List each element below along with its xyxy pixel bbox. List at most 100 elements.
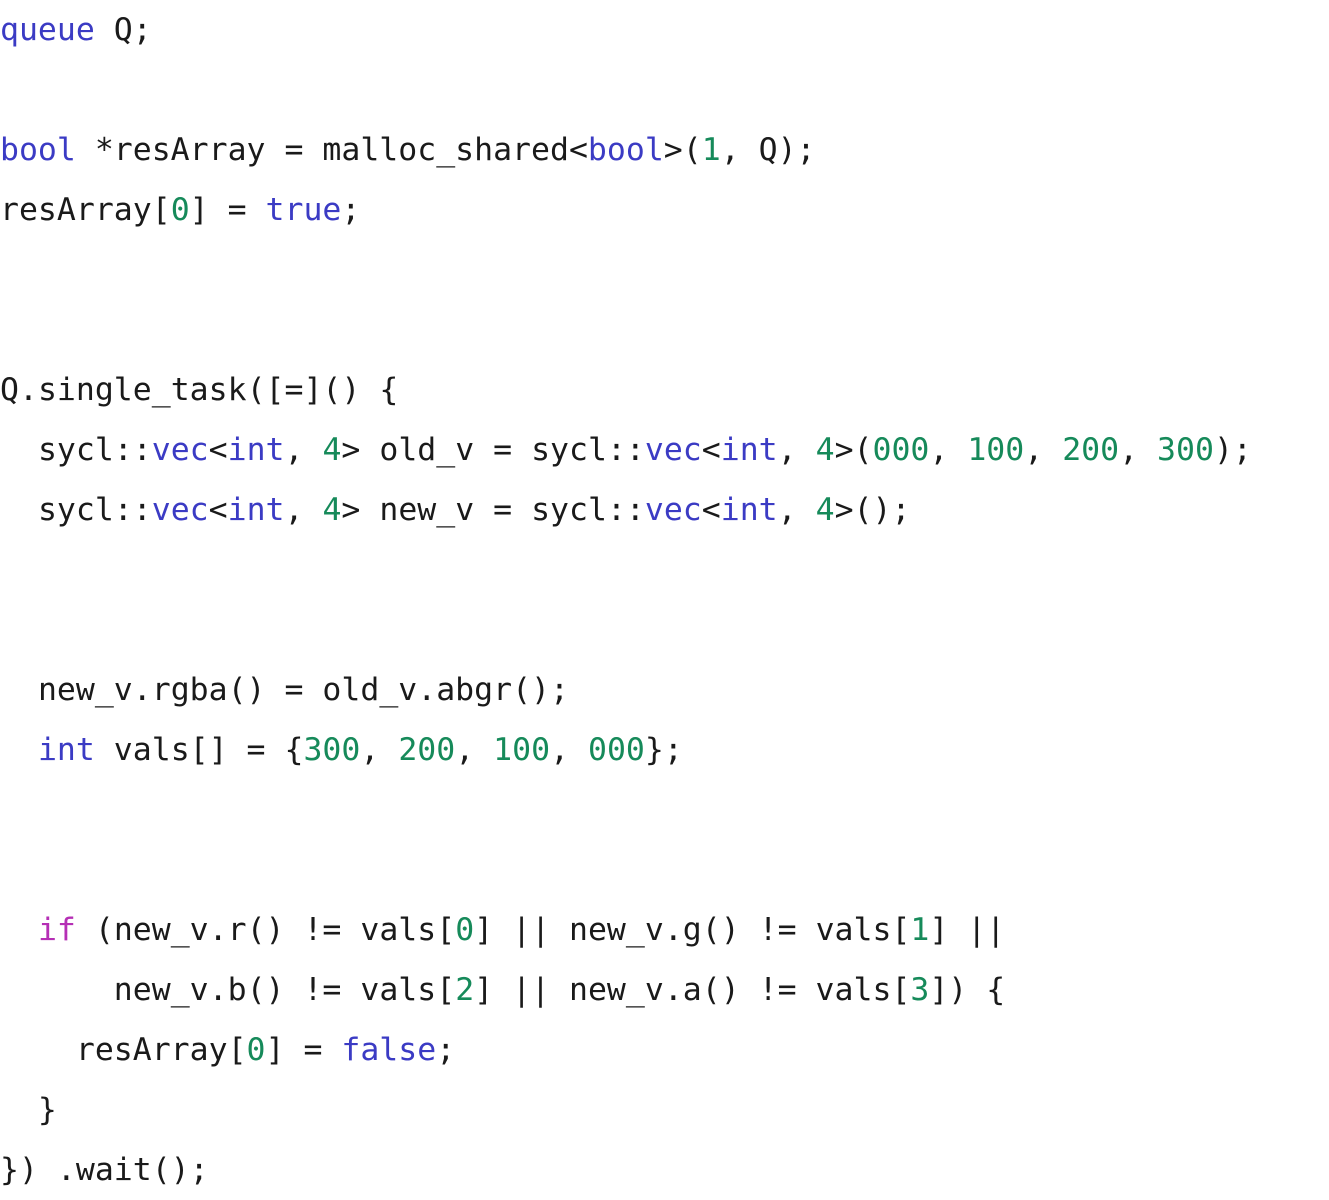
code-token-plain: ]) { bbox=[929, 972, 1006, 1008]
code-token-control: if bbox=[37, 912, 76, 948]
code-token-keyword: vec bbox=[644, 432, 702, 468]
code-token-plain: () != bbox=[246, 972, 361, 1008]
code-token-plain: < bbox=[208, 492, 228, 528]
code-line: sycl::vec<int, 4> new_v = sycl::vec<int,… bbox=[0, 480, 1329, 540]
code-token-plain: [ bbox=[151, 192, 171, 228]
code-token-function: a bbox=[682, 972, 702, 1008]
code-token-plain: . bbox=[417, 672, 437, 708]
code-line: bool *resArray = malloc_shared<bool>(1, … bbox=[0, 120, 1329, 180]
code-token-keyword: int bbox=[720, 432, 778, 468]
code-token-plain: () != bbox=[246, 912, 361, 948]
code-token-variable: new_v bbox=[568, 972, 664, 1008]
code-token-number: 100 bbox=[967, 432, 1025, 468]
code-token-function: abgr bbox=[436, 672, 513, 708]
code-line: new_v.rgba() = old_v.abgr(); bbox=[0, 660, 1329, 720]
code-token-plain: ); bbox=[1213, 432, 1252, 468]
code-token-plain: , bbox=[1024, 432, 1063, 468]
code-line: int vals[] = {300, 200, 100, 000}; bbox=[0, 720, 1329, 780]
code-token-keyword: queue bbox=[0, 12, 95, 48]
code-token-plain: ] || bbox=[929, 912, 1006, 948]
code-token-plain: *resArray = bbox=[75, 132, 323, 168]
code-line: Q.single_task([=]() { bbox=[0, 360, 1329, 420]
code-token-plain: >( bbox=[834, 432, 873, 468]
code-token-plain: . bbox=[132, 672, 152, 708]
code-token-variable: new_v bbox=[37, 672, 133, 708]
code-token-variable: new_v bbox=[569, 912, 664, 948]
code-token-number: 1 bbox=[910, 912, 930, 948]
code-token-keyword: false bbox=[341, 1032, 437, 1068]
code-token-namespace: sycl bbox=[37, 492, 114, 528]
code-token-number: 0 bbox=[455, 912, 475, 948]
code-token-plain: :: bbox=[606, 492, 645, 528]
code-token-plain: :: bbox=[606, 432, 645, 468]
code-token-plain: , bbox=[360, 732, 399, 768]
code-token-plain: () = bbox=[227, 672, 323, 708]
code-token-plain: () != bbox=[701, 912, 816, 948]
code-token-keyword: bool bbox=[0, 132, 76, 168]
code-token-number: 3 bbox=[910, 972, 930, 1008]
code-token-plain: < bbox=[701, 432, 721, 468]
code-token-number: 200 bbox=[1062, 432, 1120, 468]
code-token-variable: vals bbox=[360, 972, 437, 1008]
code-token-plain: ] = bbox=[265, 1032, 342, 1068]
code-token-number: 200 bbox=[398, 732, 456, 768]
code-token-number: 4 bbox=[815, 432, 835, 468]
code-token-plain: :: bbox=[113, 492, 152, 528]
code-token-keyword: int bbox=[227, 432, 285, 468]
code-token-number: 0 bbox=[246, 1032, 266, 1068]
code-token-plain: > old_v = bbox=[341, 432, 532, 468]
code-token-keyword: vec bbox=[151, 432, 209, 468]
code-token-plain: ( bbox=[75, 912, 114, 948]
code-token-plain: , bbox=[284, 492, 323, 528]
code-token-keyword: bool bbox=[587, 132, 664, 168]
code-token-namespace: sycl bbox=[531, 492, 607, 528]
code-token-plain: ] || bbox=[474, 912, 569, 948]
code-token-function: rgba bbox=[151, 672, 228, 708]
code-token-variable: vals bbox=[360, 912, 437, 948]
code-token-number: 100 bbox=[493, 732, 551, 768]
code-line: sycl::vec<int, 4> old_v = sycl::vec<int,… bbox=[0, 420, 1329, 480]
code-token-plain: , bbox=[777, 432, 816, 468]
code-token-number: 0 bbox=[170, 192, 190, 228]
code-token-plain: . bbox=[208, 912, 228, 948]
code-token-number: 000 bbox=[588, 732, 645, 768]
code-token-plain: () != bbox=[701, 972, 816, 1008]
code-token-plain: < bbox=[701, 492, 721, 528]
code-token-function: g bbox=[682, 912, 702, 948]
code-line: new_v.b() != vals[2] || new_v.a() != val… bbox=[0, 960, 1329, 1020]
code-token-function: r bbox=[227, 912, 247, 948]
code-token-number: 2 bbox=[455, 972, 475, 1008]
code-line: queue Q; bbox=[0, 0, 1329, 60]
code-token-plain: }; bbox=[644, 732, 683, 768]
code-token-variable: vals bbox=[815, 912, 892, 948]
code-token-plain: Q; bbox=[94, 12, 152, 48]
code-token-plain: , bbox=[1119, 432, 1158, 468]
code-line: }) .wait(); bbox=[0, 1140, 1329, 1200]
code-token-plain: . bbox=[663, 912, 683, 948]
code-token-plain: ([=]() { bbox=[246, 372, 399, 408]
code-token-plain: , bbox=[550, 732, 588, 768]
code-listing: queue Q; bool *resArray = malloc_shared<… bbox=[0, 0, 1329, 1200]
code-token-number: 300 bbox=[303, 732, 361, 768]
code-token-plain: , bbox=[284, 432, 323, 468]
code-token-namespace: sycl bbox=[531, 432, 607, 468]
code-token-plain: , bbox=[929, 432, 968, 468]
code-token-variable: old_v bbox=[322, 672, 418, 708]
code-token-variable: vals bbox=[815, 972, 892, 1008]
code-token-keyword: vec bbox=[151, 492, 209, 528]
code-token-number: 4 bbox=[322, 432, 342, 468]
code-token-function: b bbox=[227, 972, 247, 1008]
code-token-function: wait bbox=[75, 1152, 152, 1188]
code-token-plain: >(); bbox=[834, 492, 911, 528]
code-token-variable: resArray bbox=[0, 192, 152, 228]
code-token-plain: [ bbox=[227, 1032, 247, 1068]
code-token-plain: :: bbox=[113, 432, 152, 468]
code-token-plain: ; bbox=[341, 192, 361, 228]
